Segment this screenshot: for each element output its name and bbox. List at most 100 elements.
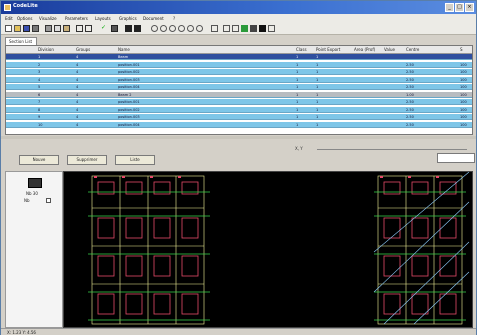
menu-help[interactable]: ? <box>173 16 175 21</box>
table-header: Division Groups Name Class Point Export … <box>6 46 472 54</box>
table-row[interactable]: 3 4 position.002 1 1 2.50 100 <box>6 69 472 75</box>
drawing-canvas[interactable] <box>63 171 473 328</box>
menu-options[interactable]: Options <box>17 16 32 21</box>
table-cell: 4 <box>76 122 79 127</box>
table-row[interactable]: 6 4 Beam 2 1 1 1.00 100 <box>6 91 472 98</box>
help-icon[interactable] <box>268 25 275 32</box>
copy-icon[interactable] <box>54 25 61 32</box>
col-header[interactable]: Area (Prof) <box>354 47 375 52</box>
table-cell: 1 <box>296 115 299 119</box>
table-cell <box>354 84 382 90</box>
section-table: Division Groups Name Class Point Export … <box>5 45 473 135</box>
zoom-prev-icon[interactable] <box>187 25 194 32</box>
value-label: X, Y <box>295 146 303 151</box>
table-row[interactable]: 2 4 position.001 1 1 2.50 100 <box>6 61 472 68</box>
table-cell <box>384 114 404 120</box>
table-cell: 9 <box>38 115 41 119</box>
panel-label-1: Nb 30 <box>26 191 38 196</box>
zoom-window-icon[interactable] <box>178 25 185 32</box>
zoom-out-icon[interactable] <box>160 25 167 32</box>
cut-icon[interactable] <box>45 25 52 32</box>
structure-right <box>377 175 463 325</box>
table-cell: 3 <box>38 70 41 74</box>
menu-layouts[interactable]: Layouts <box>95 16 111 21</box>
table-row[interactable]: 8 4 position.002 1 1 2.50 100 <box>6 106 472 113</box>
col-header[interactable]: Centre <box>406 47 419 52</box>
redo-icon[interactable] <box>85 25 92 32</box>
col-header[interactable]: Value <box>384 47 395 52</box>
table-cell <box>8 77 34 83</box>
black-icon[interactable] <box>259 25 266 32</box>
menu-bar: Edit Options Visualize Parameters Layout… <box>1 14 476 23</box>
table-cell <box>354 107 382 113</box>
pan-icon[interactable] <box>196 25 203 32</box>
table-cell: 1 <box>316 92 319 97</box>
col-header[interactable]: S <box>460 47 463 52</box>
print-icon[interactable] <box>32 25 39 32</box>
table-cell: 4 <box>76 100 79 104</box>
check-icon[interactable]: ✓ <box>101 25 108 32</box>
pen-icon[interactable] <box>111 25 118 32</box>
table-cell: 100 <box>460 85 467 89</box>
zoom-fit-icon[interactable] <box>169 25 176 32</box>
table-row[interactable]: 1 4 Beam 1 1 <box>6 54 472 60</box>
list-button[interactable]: Liste <box>115 155 155 165</box>
tab-section-list[interactable]: Section List <box>5 37 37 45</box>
table-cell: 4 <box>38 77 41 82</box>
table-cell: 6 <box>38 92 41 97</box>
arrow-icon[interactable] <box>211 25 218 32</box>
menu-parameters[interactable]: Parameters <box>65 16 88 21</box>
grid-icon[interactable] <box>125 25 132 32</box>
maximize-icon[interactable]: □ <box>455 3 464 12</box>
col-header[interactable]: Groups <box>76 47 90 52</box>
table-cell: 1 <box>296 77 299 82</box>
col-header[interactable]: Class <box>296 47 307 52</box>
zoom-in-icon[interactable] <box>151 25 158 32</box>
table-cell: position.003 <box>118 115 140 119</box>
table-row[interactable]: 7 4 position.001 1 1 2.50 100 <box>6 99 472 105</box>
table-row[interactable]: 4 4 position.003 1 1 2.50 100 <box>6 76 472 83</box>
col-header[interactable]: Name <box>118 47 130 52</box>
table-cell <box>384 99 404 105</box>
fill-icon[interactable] <box>250 25 257 32</box>
menu-visualize[interactable]: Visualize <box>39 16 57 21</box>
col-header[interactable]: Division <box>38 47 54 52</box>
pencil-icon[interactable] <box>232 25 239 32</box>
table-cell: 5 <box>38 85 41 89</box>
table-cell <box>354 62 382 68</box>
delete-button[interactable]: Supprimer <box>67 155 107 165</box>
value-field[interactable] <box>437 153 475 163</box>
table-cell <box>354 114 382 120</box>
minimize-icon[interactable]: _ <box>445 3 454 12</box>
layers-icon[interactable] <box>134 25 141 32</box>
table-cell <box>8 114 34 120</box>
close-icon[interactable]: × <box>465 3 474 12</box>
table-row[interactable]: 5 4 position.004 1 1 2.50 100 <box>6 84 472 90</box>
panel-checkbox[interactable] <box>46 198 51 203</box>
table-cell: 100 <box>460 100 467 104</box>
table-cell: position.001 <box>118 100 140 104</box>
line-icon[interactable] <box>223 25 230 32</box>
table-cell: 2 <box>38 62 41 67</box>
table-row[interactable]: 9 4 position.003 1 1 2.50 100 <box>6 114 472 120</box>
table-cell: 1 <box>316 70 319 74</box>
menu-graphics[interactable]: Graphics <box>119 16 137 21</box>
new-icon[interactable] <box>5 25 12 32</box>
col-header[interactable]: Point Export <box>316 47 340 52</box>
new-button[interactable]: Nouve <box>19 155 59 165</box>
drawing-svg <box>88 172 470 325</box>
menu-edit[interactable]: Edit <box>5 16 13 21</box>
table-cell: 4 <box>76 55 79 59</box>
table-row[interactable]: 10 4 position.004 1 1 2.50 100 <box>6 121 472 128</box>
open-icon[interactable] <box>14 25 21 32</box>
table-cell <box>8 54 34 60</box>
save-icon[interactable] <box>23 25 30 32</box>
undo-icon[interactable] <box>76 25 83 32</box>
table-cell <box>8 84 34 90</box>
menu-document[interactable]: Document <box>143 16 164 21</box>
paste-icon[interactable] <box>63 25 70 32</box>
table-cell: 100 <box>460 92 467 97</box>
table-cell: 1 <box>316 122 319 127</box>
color-icon[interactable] <box>241 25 248 32</box>
table-cell <box>8 122 34 128</box>
